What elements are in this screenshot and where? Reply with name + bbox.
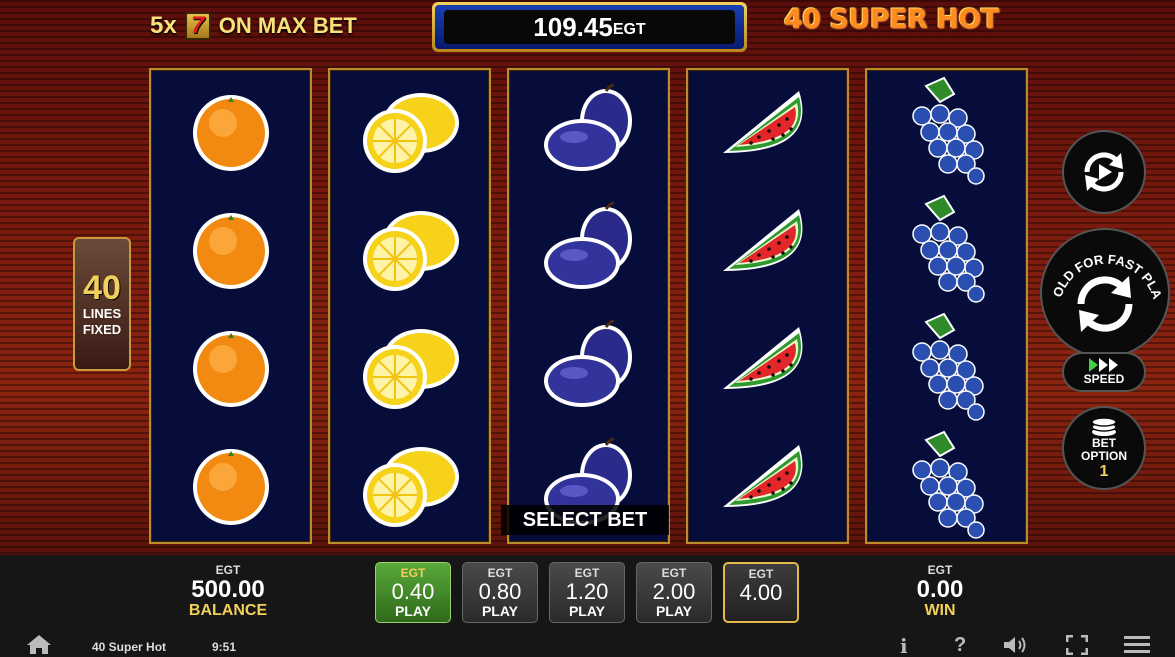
- bet-currency: EGT: [574, 566, 600, 580]
- svg-text:HOLD FOR FAST PLAY: HOLD FOR FAST PLAY: [1042, 230, 1165, 302]
- lines-count: 40: [83, 268, 121, 307]
- autoplay-icon: [1084, 152, 1124, 192]
- lemon-symbol: [330, 308, 489, 426]
- fullscreen-icon[interactable]: [1065, 634, 1089, 657]
- lines-fixed-label: FIXED: [82, 322, 122, 337]
- max-bet-promo: 5x 7 ON MAX BET: [150, 12, 357, 40]
- watermelon-symbol: [688, 426, 847, 544]
- promo-text: ON MAX BET: [218, 13, 357, 38]
- spin-button[interactable]: HOLD FOR FAST PLAY: [1040, 228, 1170, 358]
- reel-4: [686, 68, 849, 544]
- bet-label: PLAY: [481, 603, 519, 620]
- grapes-symbol: [867, 72, 1026, 190]
- lemon-symbol: [330, 426, 489, 544]
- balance-display: EGT 500.00 BALANCE: [153, 563, 303, 620]
- sound-icon[interactable]: [1002, 635, 1030, 657]
- watermelon-symbol: [688, 190, 847, 308]
- lemon-symbol: [330, 72, 489, 190]
- balance-label: BALANCE: [188, 602, 268, 620]
- balance-value: 500.00: [191, 576, 265, 603]
- bet-label: PLAY: [394, 603, 432, 620]
- bet-button-4[interactable]: EGT 2.00 PLAY: [636, 562, 712, 623]
- lines-indicator: 40 LINES FIXED: [73, 237, 131, 371]
- orange-symbol: [151, 72, 310, 190]
- reel-3: [507, 68, 670, 544]
- orange-symbol: [151, 308, 310, 426]
- bet-value: 4.00: [739, 580, 783, 605]
- menu-icon[interactable]: [1124, 636, 1150, 657]
- bet-button-5[interactable]: EGT 4.00: [723, 562, 799, 623]
- balance-currency: EGT: [215, 563, 241, 577]
- bet-value: 0.80: [478, 579, 522, 604]
- credit-value: 109.45: [533, 11, 613, 42]
- lines-label: LINES: [82, 305, 122, 321]
- bet-currency: EGT: [487, 566, 513, 580]
- help-icon[interactable]: ?: [954, 634, 966, 657]
- home-icon[interactable]: [26, 634, 52, 657]
- promo-multiplier: 5x: [150, 12, 177, 39]
- reel-2: [328, 68, 491, 544]
- bet-button-1[interactable]: EGT 0.40 PLAY: [375, 562, 451, 623]
- info-icon[interactable]: i: [900, 634, 908, 657]
- bet-currency: EGT: [748, 567, 774, 581]
- game-logo: 40 SUPER HOT: [784, 4, 999, 35]
- grapes-symbol: [867, 190, 1026, 308]
- bet-button-3[interactable]: EGT 1.20 PLAY: [549, 562, 625, 623]
- footer-game-name: 40 Super Hot: [92, 640, 167, 654]
- speed-label: SPEED: [1083, 372, 1125, 386]
- bet-value: 2.00: [652, 579, 696, 604]
- watermelon-symbol: [688, 308, 847, 426]
- footer-bar: [0, 633, 1175, 657]
- speed-button[interactable]: SPEED: [1062, 352, 1146, 392]
- bet-option-label-2: OPTION: [1080, 449, 1127, 463]
- orange-symbol: [151, 426, 310, 544]
- reel-1: [149, 68, 312, 544]
- footer-clock: 9:51: [212, 640, 237, 654]
- spin-caption: HOLD FOR FAST PLAY: [1042, 230, 1165, 302]
- win-label: WIN: [924, 602, 956, 620]
- credit-currency: EGT: [612, 21, 646, 38]
- win-value: 0.00: [916, 576, 964, 603]
- plum-symbol: [509, 72, 668, 190]
- bet-currency: EGT: [661, 566, 687, 580]
- win-display: EGT 0.00 WIN: [865, 563, 1015, 620]
- bet-button-2[interactable]: EGT 0.80 PLAY: [462, 562, 538, 623]
- bet-option-value: 1: [1099, 463, 1109, 481]
- bet-value: 0.40: [391, 579, 435, 604]
- plum-symbol: [509, 190, 668, 308]
- bet-value: 1.20: [565, 579, 609, 604]
- bet-option-button[interactable]: BET OPTION 1: [1062, 406, 1146, 490]
- plum-symbol: [509, 308, 668, 426]
- grapes-symbol: [867, 308, 1026, 426]
- grapes-symbol: [867, 426, 1026, 544]
- win-currency: EGT: [927, 563, 953, 577]
- bet-label: PLAY: [655, 603, 693, 620]
- select-bet-tooltip: SELECT BET: [501, 505, 669, 535]
- reel-5: [865, 68, 1028, 544]
- autoplay-button[interactable]: [1062, 130, 1146, 214]
- bet-label: PLAY: [568, 603, 606, 620]
- fast-forward-icon: [1089, 358, 1118, 372]
- coins-icon: [1091, 417, 1117, 436]
- lemon-symbol: [330, 190, 489, 308]
- orange-symbol: [151, 190, 310, 308]
- watermelon-symbol: [688, 72, 847, 190]
- seven-icon: 7: [184, 12, 211, 40]
- bet-currency: EGT: [400, 566, 426, 580]
- credit-display: 109.45 EGT: [432, 2, 747, 52]
